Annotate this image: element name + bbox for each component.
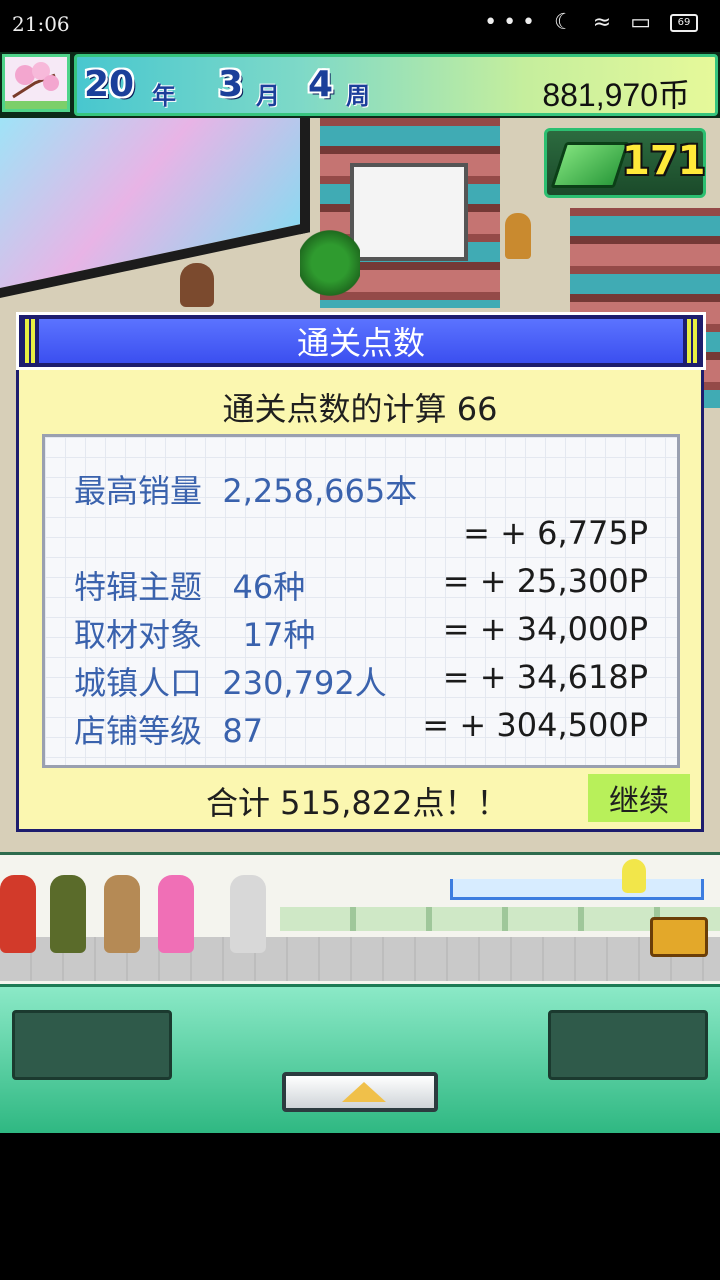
row-label-store-level: 店铺等级 87 <box>74 712 264 750</box>
cherry-blossom-thumbnail-icon[interactable] <box>2 54 70 112</box>
aquarium <box>0 118 310 298</box>
dialog-title: 通关点数 <box>296 324 425 362</box>
status-time: 21:06 <box>12 12 70 36</box>
more-dots-icon: ••• <box>484 10 542 35</box>
row-points-store-level: = + 304,500P <box>422 706 648 744</box>
continue-button[interactable]: 继续 <box>588 774 690 822</box>
row-points-interview-subjects: = + 34,000P <box>442 610 648 648</box>
whiteboard <box>350 163 468 261</box>
canal <box>450 879 704 900</box>
year-unit: 年 <box>152 82 176 110</box>
wifi-icon: ≈ <box>592 10 618 35</box>
total-score: 合计 515,822点！！ <box>206 784 509 822</box>
npc-character <box>230 875 266 953</box>
money-value: 881,970币 <box>542 77 690 113</box>
month-unit: 月 <box>256 82 280 110</box>
potted-plant <box>300 228 360 298</box>
row-points-top-sales: = + 6,775P <box>463 514 648 552</box>
treasure-chest-icon[interactable] <box>650 917 708 957</box>
dialog-subtitle: 通关点数的计算 66 <box>222 390 498 428</box>
npc-character <box>50 875 86 953</box>
npc-character <box>0 875 36 953</box>
month-value: 3 <box>218 64 244 105</box>
wall-clock-icon <box>505 213 531 259</box>
status-icons: ••• ☾ ≈ ▭ 69 <box>484 10 698 35</box>
battery-icon: 69 <box>670 14 698 32</box>
year-value: 20 <box>84 64 135 105</box>
row-points-town-population: = + 34,618P <box>442 658 648 696</box>
menu-toggle-button[interactable] <box>282 1072 438 1112</box>
up-triangle-icon <box>342 1082 386 1102</box>
npc-character <box>158 875 194 953</box>
week-unit: 周 <box>346 82 370 110</box>
left-action-button[interactable] <box>12 1010 172 1080</box>
row-label-top-sales: 最高销量 2,258,665本 <box>74 472 418 510</box>
npc-character <box>104 875 140 953</box>
mascot-character <box>622 859 646 893</box>
book-count: 171 <box>622 138 706 184</box>
street-scene <box>0 852 720 987</box>
status-bar: 21:06 ••• ☾ ≈ ▭ 69 <box>0 0 720 50</box>
right-action-button[interactable] <box>548 1010 708 1080</box>
week-value: 4 <box>308 64 334 105</box>
moon-icon: ☾ <box>554 10 580 35</box>
staff-character <box>180 263 214 307</box>
screen-icon: ▭ <box>630 10 657 35</box>
row-points-feature-themes: = + 25,300P <box>442 562 648 600</box>
